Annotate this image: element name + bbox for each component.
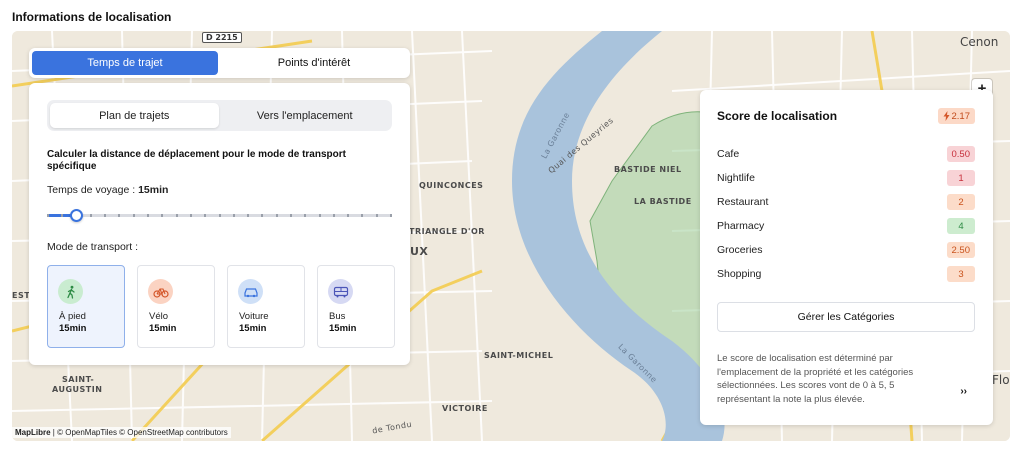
bus-icon (328, 279, 353, 304)
map-label-quinconces: QUINCONCES (419, 181, 484, 190)
category-row: Shopping 3 (717, 266, 975, 282)
mode-bus[interactable]: Bus 15min (317, 265, 395, 348)
section-title: Informations de localisation (12, 10, 172, 24)
category-name: Groceries (717, 244, 763, 256)
category-row: Restaurant 2 (717, 194, 975, 210)
map-label-triangle-dor: TRIANGLE D'OR (409, 227, 485, 236)
category-row: Pharmacy 4 (717, 218, 975, 234)
category-name: Pharmacy (717, 220, 765, 232)
slider-tick (233, 214, 235, 217)
category-row: Cafe 0.50 (717, 146, 975, 162)
mode-time: 15min (239, 323, 267, 334)
mode-name: Voiture (239, 311, 269, 322)
attribution-text: | © OpenMapTiles © OpenStreetMap contrib… (52, 428, 228, 437)
mode-name: Vélo (149, 311, 169, 322)
slider-tick (161, 214, 163, 217)
category-score-badge: 2 (947, 194, 975, 210)
mode-bike[interactable]: Vélo 15min (137, 265, 215, 348)
travel-time-label: Temps de voyage : 15min (47, 184, 168, 196)
sub-tabs: Plan de trajets Vers l'emplacement (47, 100, 392, 131)
slider-tick (176, 214, 178, 217)
subtab-to-location[interactable]: Vers l'emplacement (221, 103, 390, 128)
slider-tick (118, 214, 120, 217)
category-score-badge: 0.50 (946, 146, 975, 162)
score-title: Score de localisation (717, 109, 838, 123)
category-name: Nightlife (717, 172, 755, 184)
slider-tick (261, 214, 263, 217)
slider-tick (47, 214, 49, 217)
total-score-badge: 2.17 (937, 108, 975, 124)
calc-title: Calculer la distance de déplacement pour… (47, 149, 346, 172)
slider-thumb[interactable] (70, 209, 83, 222)
map-label-la-bastide: LA BASTIDE (634, 197, 692, 206)
map-label-saint: SAINT- (62, 375, 95, 384)
travel-time-text: Temps de voyage : (47, 184, 139, 196)
map-label-cenon: Cenon (960, 35, 999, 49)
travel-panel: Plan de trajets Vers l'emplacement Calcu… (29, 83, 410, 365)
mode-walk[interactable]: À pied 15min (47, 265, 125, 348)
transport-modes: À pied 15min Vélo 15min Voiture 15min Bu… (47, 265, 395, 348)
slider-tick (333, 214, 335, 217)
slider-tick (104, 214, 106, 217)
category-score-badge: 3 (947, 266, 975, 282)
slider-tick (361, 214, 363, 217)
main-tabs: Temps de trajet Points d'intérêt (29, 48, 410, 78)
tab-travel-time[interactable]: Temps de trajet (32, 51, 218, 75)
slider-tick (276, 214, 278, 217)
category-score-badge: 1 (947, 170, 975, 186)
expand-button[interactable]: ›› (960, 386, 967, 397)
slider-tick (247, 214, 249, 217)
mode-time: 15min (149, 323, 177, 334)
slider-tick (347, 214, 349, 217)
map-attribution: MapLibre | © OpenMapTiles © OpenStreetMa… (12, 427, 231, 438)
car-icon (238, 279, 263, 304)
slider-tick (61, 214, 63, 217)
mode-time: 15min (329, 323, 357, 334)
category-name: Restaurant (717, 196, 769, 208)
score-description: Le score de localisation est déterminé p… (717, 353, 914, 405)
slider-tick (147, 214, 149, 217)
mode-name: Bus (329, 311, 346, 322)
category-row: Nightlife 1 (717, 170, 975, 186)
travel-time-value: 15min (138, 184, 169, 196)
slider-tick (390, 214, 392, 217)
map-label-flo: Flo (992, 373, 1010, 387)
slider-tick (133, 214, 135, 217)
map-label-augustin: AUGUSTIN (52, 385, 103, 394)
slider-tick (204, 214, 206, 217)
category-row: Groceries 2.50 (717, 242, 975, 258)
slider-tick (290, 214, 292, 217)
slider-tick (90, 214, 92, 217)
slider-tick (190, 214, 192, 217)
road-shield: D 2215 (202, 32, 242, 43)
map-label-bastide-niel: BASTIDE NIEL (614, 165, 682, 174)
attribution-brand-link[interactable]: MapLibre (15, 428, 51, 437)
subtab-trip-plan[interactable]: Plan de trajets (50, 103, 219, 128)
location-score-panel: Score de localisation 2.17 Cafe 0.50 Nig… (700, 90, 993, 425)
slider-tick (304, 214, 306, 217)
mode-time: 15min (59, 323, 87, 334)
category-score-badge: 2.50 (946, 242, 975, 258)
map-label-ux: UX (410, 245, 429, 258)
map-label-victoire: VICTOIRE (442, 404, 488, 413)
slider-tick (319, 214, 321, 217)
slider-tick (376, 214, 378, 217)
lightning-icon (943, 111, 949, 121)
transport-mode-label: Mode de transport : (47, 241, 139, 253)
manage-categories-button[interactable]: Gérer les Catégories (717, 302, 975, 332)
total-score-value: 2.17 (951, 110, 971, 122)
category-name: Shopping (717, 268, 762, 280)
mode-name: À pied (59, 311, 86, 322)
walking-icon (58, 279, 83, 304)
map-label-saint-michel: SAINT-MICHEL (484, 351, 554, 360)
category-score-badge: 4 (947, 218, 975, 234)
travel-time-slider[interactable] (47, 209, 392, 222)
slider-tick (219, 214, 221, 217)
category-name: Cafe (717, 148, 740, 160)
bike-icon (148, 279, 173, 304)
mode-car[interactable]: Voiture 15min (227, 265, 305, 348)
tab-points-of-interest[interactable]: Points d'intérêt (221, 51, 407, 75)
